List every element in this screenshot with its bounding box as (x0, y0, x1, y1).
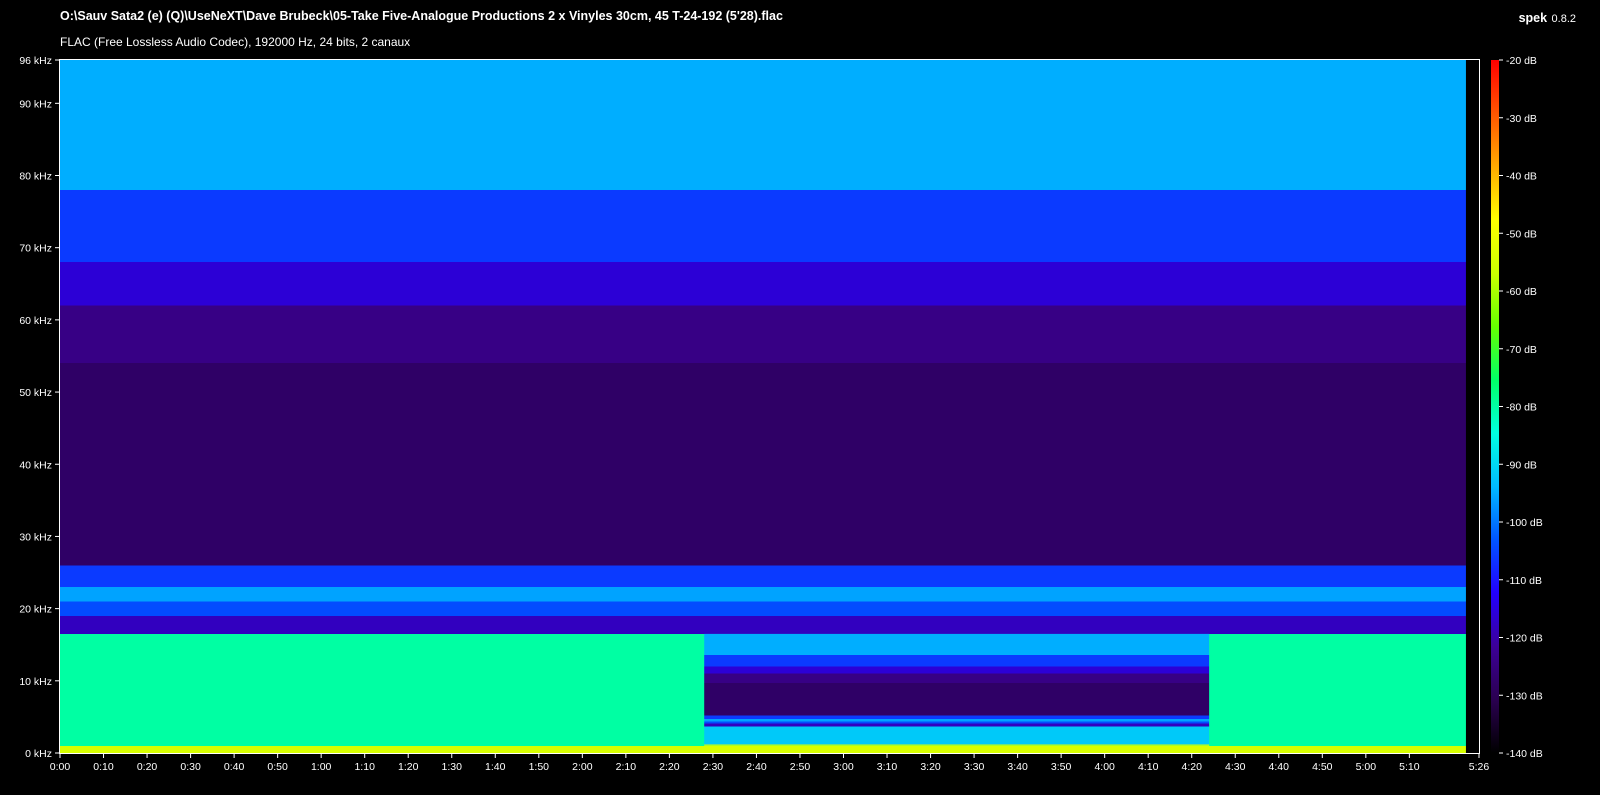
y-tick-label: 40 kHz (19, 459, 52, 471)
scale-tick-label: -130 dB (1506, 690, 1543, 702)
x-tick-label: 0:10 (93, 761, 114, 773)
y-tick-label: 20 kHz (19, 604, 52, 616)
scale-tick-label: -60 dB (1506, 286, 1537, 298)
quiet-segment (704, 633, 1210, 746)
scale-tick-label: -140 dB (1506, 748, 1543, 760)
x-tick-label: 3:10 (877, 761, 898, 773)
x-tick-label: 5:00 (1356, 761, 1377, 773)
x-axis: 0:00 0:10 0:20 0:30 0:40 0:50 1:00 1:10 1:20 1:30… (50, 753, 1490, 773)
color-scale-bar (1491, 60, 1499, 753)
x-tick-label: 1:00 (311, 761, 332, 773)
y-tick-label: 0 kHz (25, 748, 52, 760)
x-tick-label: 2:10 (616, 761, 637, 773)
x-tick-label: 4:40 (1269, 761, 1290, 773)
scale-tick-label: -120 dB (1506, 633, 1543, 645)
y-tick-label: 50 kHz (19, 387, 52, 399)
spectrogram-chart: 0 kHz 10 kHz 20 kHz 30 kHz 40 kHz 50 kHz 60 kH… (19, 55, 1543, 773)
x-tick-label: 0:30 (180, 761, 201, 773)
scale-tick-label: -70 dB (1506, 344, 1537, 356)
y-tick-label: 96 kHz (19, 55, 52, 67)
scale-tick-label: -90 dB (1506, 459, 1537, 471)
y-tick-label: 10 kHz (19, 676, 52, 688)
scale-tick-label: -30 dB (1506, 113, 1537, 125)
y-tick-label: 80 kHz (19, 171, 52, 183)
y-tick-label: 30 kHz (19, 531, 52, 543)
x-tick-label: 2:00 (572, 761, 593, 773)
y-tick-label: 70 kHz (19, 243, 52, 255)
x-tick-label: 4:30 (1225, 761, 1246, 773)
scale-tick-label: -110 dB (1506, 575, 1542, 587)
x-tick-label: 3:40 (1007, 761, 1028, 773)
scale-tick-label: -80 dB (1506, 402, 1537, 414)
y-tick-label: 60 kHz (19, 315, 52, 327)
x-tick-label: 5:26 (1469, 761, 1490, 773)
y-axis: 0 kHz 10 kHz 20 kHz 30 kHz 40 kHz 50 kHz 60 kH… (19, 55, 60, 760)
scale-tick-label: -50 dB (1506, 228, 1537, 240)
x-tick-label: 3:30 (964, 761, 985, 773)
x-tick-label: 5:10 (1399, 761, 1420, 773)
x-tick-label: 2:50 (790, 761, 811, 773)
x-tick-label: 4:20 (1181, 761, 1202, 773)
x-tick-label: 1:50 (529, 761, 550, 773)
x-tick-label: 0:00 (50, 761, 71, 773)
scale-tick-label: -100 dB (1506, 517, 1543, 529)
x-tick-label: 2:20 (659, 761, 680, 773)
x-tick-label: 2:40 (746, 761, 767, 773)
x-tick-label: 3:50 (1051, 761, 1072, 773)
x-tick-label: 0:50 (267, 761, 288, 773)
scale-tick-label: -40 dB (1506, 171, 1537, 183)
x-tick-label: 4:10 (1138, 761, 1159, 773)
x-tick-label: 1:20 (398, 761, 419, 773)
end-of-audio-region (1465, 60, 1479, 753)
x-tick-label: 3:00 (833, 761, 854, 773)
x-tick-label: 3:20 (920, 761, 941, 773)
quiet-segments (704, 633, 1210, 746)
y-tick-label: 90 kHz (19, 98, 52, 110)
color-scale-axis: -20 dB -30 dB -40 dB -50 dB -60 dB -70 dB -80 … (1499, 55, 1543, 760)
x-tick-label: 4:50 (1312, 761, 1333, 773)
x-tick-label: 1:10 (354, 761, 375, 773)
scale-tick-label: -20 dB (1506, 55, 1537, 67)
x-tick-label: 2:30 (703, 761, 724, 773)
x-tick-label: 4:00 (1094, 761, 1115, 773)
x-tick-label: 1:40 (485, 761, 506, 773)
x-tick-label: 1:30 (442, 761, 463, 773)
x-tick-label: 0:20 (137, 761, 158, 773)
x-tick-label: 0:40 (224, 761, 245, 773)
